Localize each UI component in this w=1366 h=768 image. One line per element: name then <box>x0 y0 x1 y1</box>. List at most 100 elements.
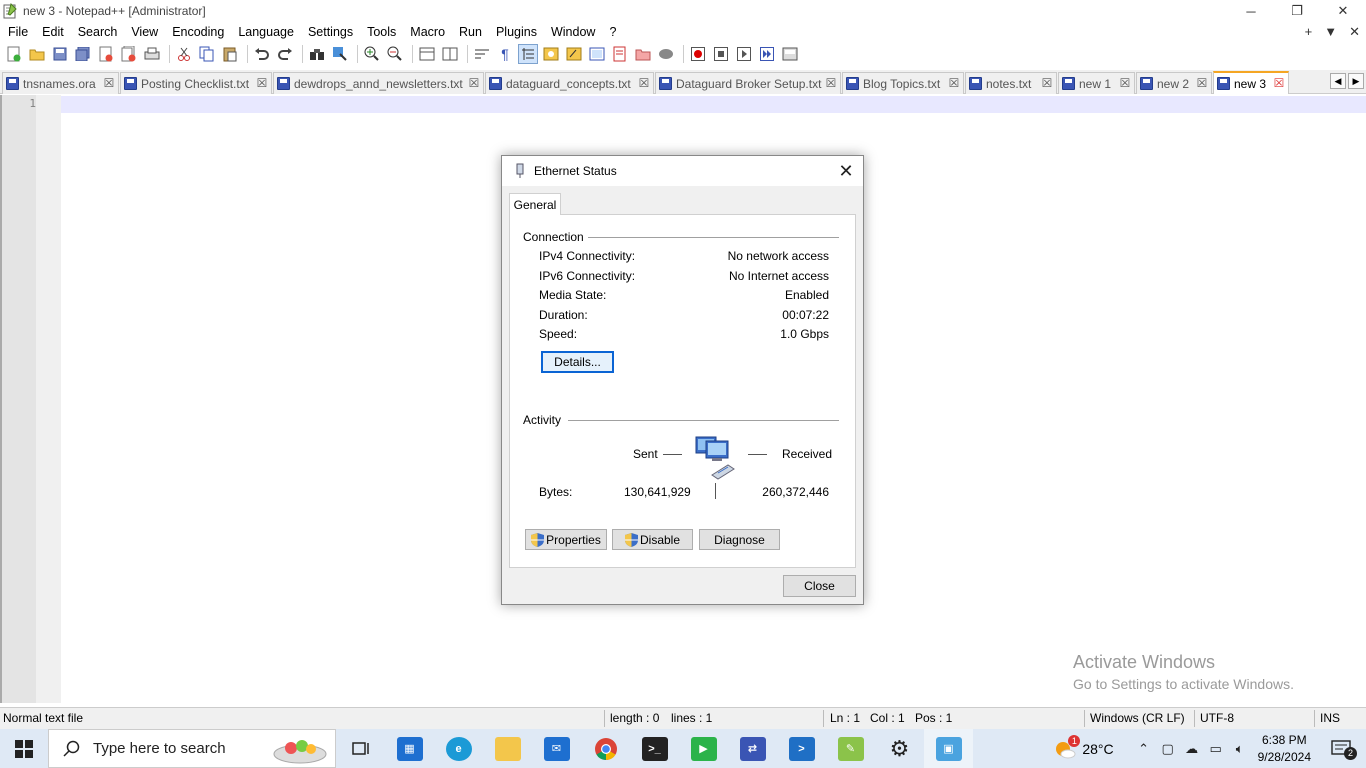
sync-vertical-icon[interactable] <box>417 44 437 64</box>
menu-settings[interactable]: Settings <box>301 25 360 39</box>
tab-tnsnames[interactable]: tnsnames.ora ☒ <box>2 72 119 94</box>
close-window-button[interactable]: ✕ <box>1320 0 1366 22</box>
menu-encoding[interactable]: Encoding <box>165 25 231 39</box>
taskbar-mail[interactable]: ✉ <box>532 729 581 768</box>
tab-list-dropdown-icon[interactable]: ▼ <box>1324 24 1337 40</box>
tab-close-icon[interactable]: ☒ <box>468 77 480 89</box>
taskbar-control-panel[interactable]: ▣ <box>924 729 973 768</box>
show-all-chars-icon[interactable]: ¶ <box>495 44 515 64</box>
task-view-button[interactable] <box>336 729 385 768</box>
taskbar-store[interactable]: ▦ <box>385 729 434 768</box>
tab-close-icon[interactable]: ☒ <box>948 77 960 89</box>
copy-icon[interactable] <box>197 44 217 64</box>
meet-now-icon[interactable]: ▢ <box>1161 741 1175 756</box>
menu-view[interactable]: View <box>124 25 165 39</box>
find-icon[interactable] <box>307 44 327 64</box>
volume-icon[interactable]: 🔈︎ <box>1233 741 1247 756</box>
taskbar-media-player[interactable]: ▶ <box>679 729 728 768</box>
taskbar-notepadpp[interactable]: ✎ <box>826 729 875 768</box>
tab-scroll-right-icon[interactable]: ▶ <box>1348 73 1364 89</box>
details-button[interactable]: Details... <box>541 351 614 373</box>
record-macro-icon[interactable] <box>688 44 708 64</box>
print-icon[interactable] <box>142 44 162 64</box>
taskbar-search-box[interactable]: Type here to search <box>48 729 336 768</box>
new-tab-plus-icon[interactable]: + <box>1305 24 1313 40</box>
menu-run[interactable]: Run <box>452 25 489 39</box>
menu-search[interactable]: Search <box>71 25 125 39</box>
tab-close-icon[interactable]: ☒ <box>1196 77 1208 89</box>
diagnose-button[interactable]: Diagnose <box>699 529 780 550</box>
properties-button[interactable]: Properties <box>525 529 607 550</box>
run-macro-multiple-icon[interactable] <box>757 44 777 64</box>
tab-dewdrops-newsletters[interactable]: dewdrops_annd_newsletters.txt ☒ <box>273 72 484 94</box>
tab-close-icon[interactable]: ☒ <box>1273 77 1285 89</box>
tab-notes[interactable]: notes.txt ☒ <box>965 72 1057 94</box>
onedrive-icon[interactable]: ☁ <box>1185 741 1199 756</box>
close-button[interactable]: Close <box>783 575 856 597</box>
taskbar-file-explorer[interactable] <box>483 729 532 768</box>
menu-plugins[interactable]: Plugins <box>489 25 544 39</box>
tab-close-icon[interactable]: ☒ <box>1119 77 1131 89</box>
indent-guide-icon[interactable] <box>518 44 538 64</box>
tab-close-icon[interactable]: ☒ <box>638 77 650 89</box>
monitoring-icon[interactable] <box>610 44 630 64</box>
tab-new-3[interactable]: new 3 ☒ <box>1213 71 1289 94</box>
close-document-icon[interactable]: ✕ <box>1349 24 1360 40</box>
close-all-icon[interactable] <box>119 44 139 64</box>
play-macro-icon[interactable] <box>734 44 754 64</box>
zoom-out-icon[interactable] <box>385 44 405 64</box>
taskbar-chrome[interactable] <box>581 729 630 768</box>
clock[interactable]: 6:38 PM 9/28/2024 <box>1258 732 1311 766</box>
undo-icon[interactable] <box>252 44 272 64</box>
tab-close-icon[interactable]: ☒ <box>256 77 268 89</box>
redo-icon[interactable] <box>275 44 295 64</box>
paste-icon[interactable] <box>220 44 240 64</box>
status-eol[interactable]: Windows (CR LF) <box>1090 711 1185 725</box>
taskbar-remote-desktop[interactable]: ⇄ <box>728 729 777 768</box>
tab-posting-checklist[interactable]: Posting Checklist.txt ☒ <box>120 72 272 94</box>
minimize-button[interactable]: ─ <box>1228 0 1274 22</box>
close-file-icon[interactable] <box>96 44 116 64</box>
tab-scroll-left-icon[interactable]: ◀ <box>1330 73 1346 89</box>
zoom-in-icon[interactable] <box>362 44 382 64</box>
comment-icon[interactable] <box>656 44 676 64</box>
tab-new-2[interactable]: new 2 ☒ <box>1136 72 1212 94</box>
replace-icon[interactable] <box>330 44 350 64</box>
tab-close-icon[interactable]: ☒ <box>1041 77 1053 89</box>
status-encoding[interactable]: UTF-8 <box>1200 711 1234 725</box>
menu-tools[interactable]: Tools <box>360 25 403 39</box>
menu-window[interactable]: Window <box>544 25 602 39</box>
taskbar-powershell[interactable]: > <box>777 729 826 768</box>
status-insert-mode[interactable]: INS <box>1320 711 1340 725</box>
function-list-icon[interactable] <box>564 44 584 64</box>
dialog-close-icon[interactable]: ✕ <box>835 160 857 182</box>
disable-button[interactable]: Disable <box>612 529 693 550</box>
tab-close-icon[interactable]: ☒ <box>103 77 115 89</box>
menu-language[interactable]: Language <box>231 25 301 39</box>
battery-icon[interactable]: ▭ <box>1209 741 1223 756</box>
tab-blog-topics[interactable]: Blog Topics.txt ☒ <box>842 72 964 94</box>
tab-general[interactable]: General <box>509 193 561 215</box>
tab-close-icon[interactable]: ☒ <box>825 77 837 89</box>
new-file-icon[interactable] <box>4 44 24 64</box>
menu-edit[interactable]: Edit <box>35 25 71 39</box>
menu-file[interactable]: File <box>0 25 35 39</box>
open-file-icon[interactable] <box>27 44 47 64</box>
open-folder-icon[interactable] <box>633 44 653 64</box>
save-all-icon[interactable] <box>73 44 93 64</box>
cut-icon[interactable] <box>174 44 194 64</box>
taskbar-edge[interactable]: e <box>434 729 483 768</box>
tab-new-1[interactable]: new 1 ☒ <box>1058 72 1135 94</box>
show-hidden-icons-chevron-up-icon[interactable]: ⌃ <box>1137 741 1151 756</box>
menu-help[interactable]: ? <box>602 25 623 39</box>
weather-widget[interactable]: 1 28°C <box>1054 734 1114 759</box>
taskbar-terminal[interactable]: >_ <box>630 729 679 768</box>
word-wrap-icon[interactable] <box>472 44 492 64</box>
save-macro-icon[interactable] <box>780 44 800 64</box>
taskbar-settings[interactable]: ⚙ <box>875 729 924 768</box>
doc-map-icon[interactable] <box>541 44 561 64</box>
tab-dataguard-concepts[interactable]: dataguard_concepts.txt ☒ <box>485 72 654 94</box>
tab-dataguard-broker-setup[interactable]: Dataguard Broker Setup.txt ☒ <box>655 72 841 94</box>
sync-horizontal-icon[interactable] <box>440 44 460 64</box>
folder-workspace-icon[interactable] <box>587 44 607 64</box>
